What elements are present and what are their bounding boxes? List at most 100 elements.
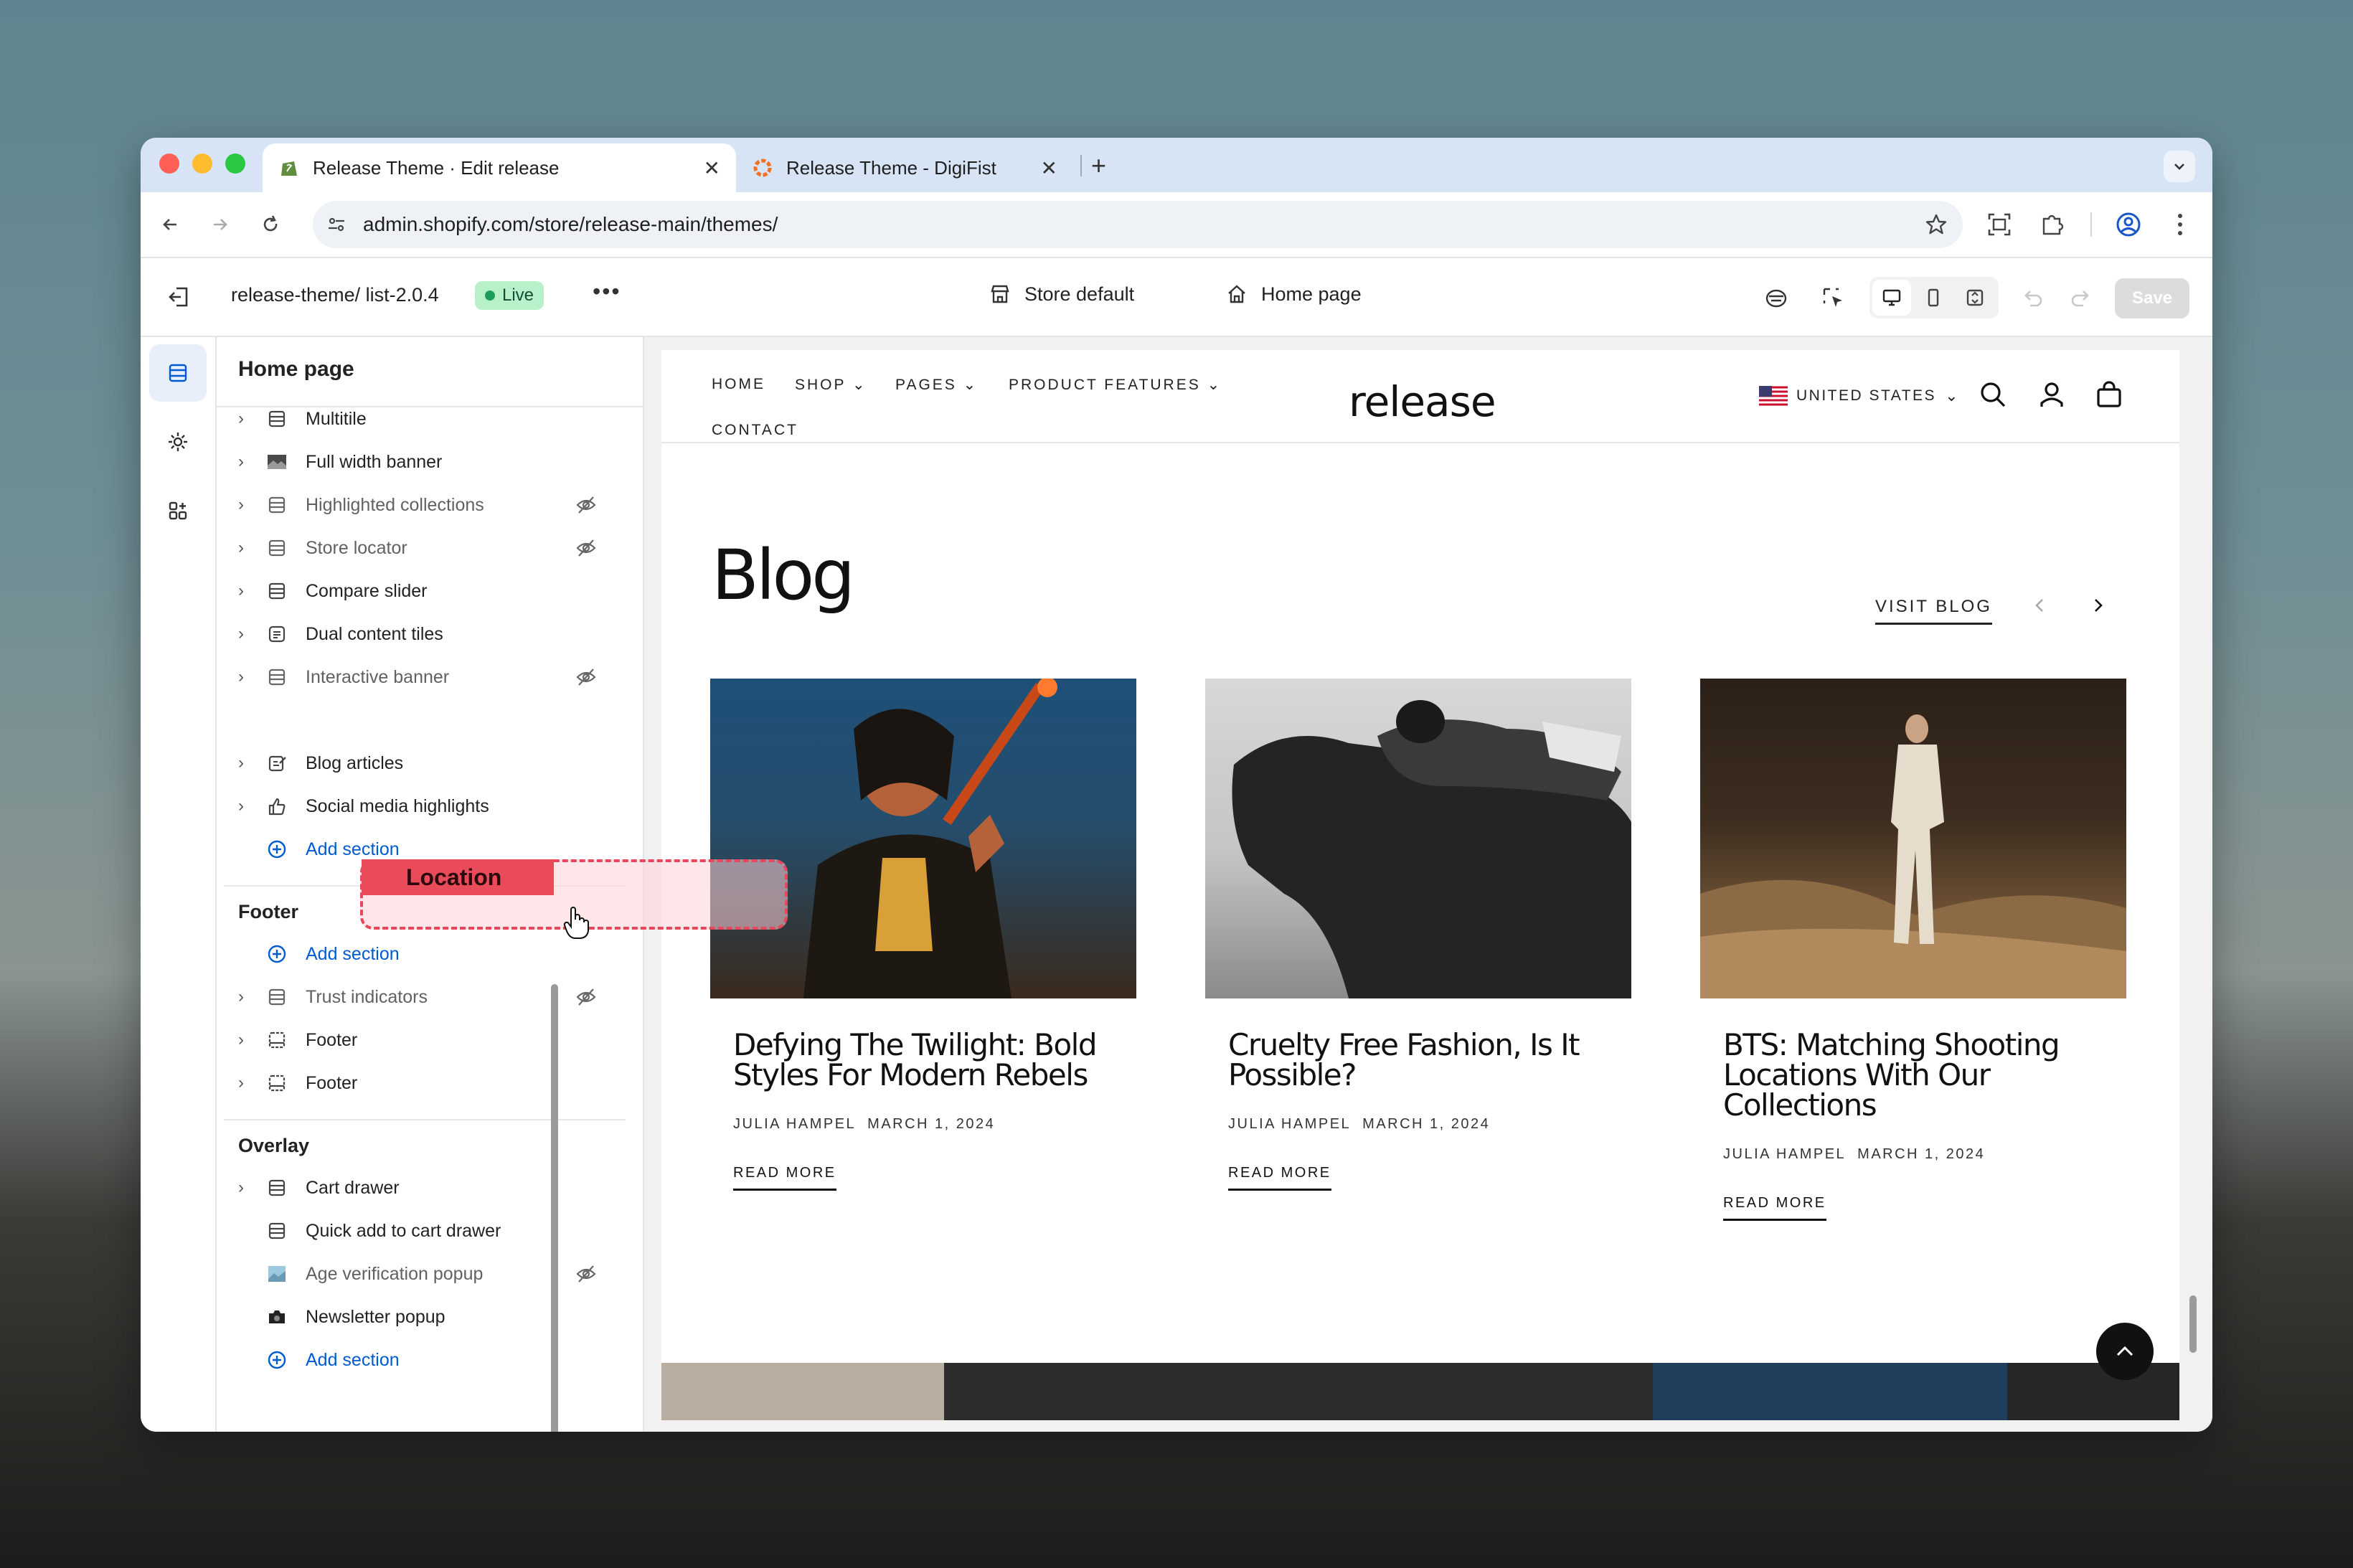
theme-inspector-button[interactable] [1762, 284, 1791, 313]
rail-apps-button[interactable] [149, 482, 207, 539]
chevron-right-icon[interactable]: › [238, 667, 260, 687]
eye-hidden-icon[interactable] [575, 667, 597, 687]
read-more-link[interactable]: READ MORE [1228, 1165, 1331, 1191]
read-more-link[interactable]: READ MORE [1723, 1195, 1826, 1221]
minimize-window-button[interactable] [192, 154, 212, 174]
preview-scrollbar[interactable] [2189, 1295, 2197, 1353]
section-label: Footer [306, 1072, 358, 1093]
section-row[interactable]: › Footer [217, 1019, 618, 1062]
undo-button[interactable] [2019, 284, 2047, 313]
chevron-right-icon[interactable]: › [238, 987, 260, 1007]
article-title[interactable]: Defying The Twilight: Bold Styles For Mo… [733, 1030, 1135, 1090]
read-more-link[interactable]: READ MORE [733, 1165, 836, 1191]
article-image[interactable] [1700, 679, 2126, 998]
section-divider [224, 1119, 626, 1120]
close-tab-icon[interactable]: ✕ [1041, 156, 1057, 180]
reload-button[interactable] [253, 207, 288, 242]
section-row[interactable]: Age verification popup [217, 1252, 618, 1295]
article-title[interactable]: Cruelty Free Fashion, Is It Possible? [1228, 1030, 1630, 1090]
chevron-right-icon[interactable]: › [238, 1178, 260, 1198]
section-row-blog-articles[interactable]: › Blog articles [217, 742, 618, 785]
save-button[interactable]: Save [2115, 278, 2189, 318]
new-tab-icon[interactable]: + [1091, 151, 1106, 181]
section-row[interactable]: Quick add to cart drawer [217, 1209, 618, 1252]
article-image[interactable] [1205, 679, 1631, 998]
add-section-button[interactable]: Add section [217, 932, 618, 976]
chevron-right-icon[interactable]: › [238, 624, 260, 644]
nav-shop[interactable]: SHOP ⌄ [795, 376, 867, 394]
desktop-preview-button[interactable] [1872, 280, 1911, 316]
address-bar[interactable]: admin.shopify.com/store/release-main/the… [313, 201, 1963, 248]
article-image[interactable] [710, 679, 1136, 998]
eye-hidden-icon[interactable] [575, 987, 597, 1007]
scroll-to-top-button[interactable] [2096, 1323, 2154, 1380]
dragged-section-label[interactable]: Location [362, 859, 554, 895]
mobile-preview-button[interactable] [1914, 280, 1953, 316]
page-selector[interactable]: Home page [1225, 283, 1362, 306]
section-row[interactable]: › Compare slider [217, 570, 618, 613]
section-row[interactable]: › Highlighted collections [217, 483, 618, 526]
section-row[interactable]: › Cart drawer [217, 1166, 618, 1209]
chevron-right-icon[interactable]: › [238, 452, 260, 472]
close-window-button[interactable] [159, 154, 179, 174]
article-title[interactable]: BTS: Matching Shooting Locations With Ou… [1723, 1030, 2125, 1120]
close-tab-icon[interactable]: ✕ [704, 156, 720, 180]
cart-icon[interactable] [2095, 380, 2123, 409]
visit-blog-link[interactable]: VISIT BLOG [1875, 597, 1992, 625]
chevron-right-icon[interactable]: › [238, 796, 260, 816]
chevron-right-icon[interactable]: › [238, 495, 260, 515]
account-icon[interactable] [2037, 380, 2066, 409]
chevron-right-icon[interactable]: › [238, 1030, 260, 1050]
chevron-right-icon[interactable]: › [238, 538, 260, 558]
bookmark-star-icon[interactable] [1924, 212, 1948, 237]
select-element-button[interactable] [1819, 284, 1848, 313]
back-button[interactable] [152, 207, 188, 242]
nav-product-features[interactable]: PRODUCT FEATURES ⌄ [1009, 376, 1222, 394]
section-row[interactable]: › Multitile [217, 397, 618, 440]
section-row[interactable]: › Social media highlights [217, 785, 618, 828]
chevron-right-icon[interactable]: › [238, 1073, 260, 1093]
section-row[interactable]: › Full width banner [217, 440, 618, 483]
section-row[interactable]: › Dual content tiles [217, 613, 618, 656]
section-row[interactable]: › Interactive banner [217, 656, 618, 699]
nav-contact[interactable]: CONTACT [712, 422, 798, 439]
country-selector[interactable]: UNITED STATES ⌄ [1759, 386, 1958, 406]
store-selector[interactable]: Store default [989, 283, 1134, 306]
sidebar-scrollbar[interactable] [551, 984, 558, 1432]
fullscreen-icon [1966, 289, 1984, 306]
tab-editor[interactable]: Release Theme · Edit release ✕ [263, 143, 736, 192]
chevron-right-icon[interactable]: › [238, 581, 260, 601]
theme-actions-button[interactable]: ••• [593, 278, 621, 305]
section-row[interactable]: › Footer [217, 1062, 618, 1105]
profile-button[interactable] [2111, 207, 2146, 242]
eye-hidden-icon[interactable] [575, 495, 597, 515]
redo-button[interactable] [2066, 284, 2095, 313]
section-row[interactable]: › Store locator [217, 526, 618, 570]
site-settings-icon[interactable] [326, 214, 347, 235]
account-circle-icon [2116, 212, 2141, 237]
extensions-button[interactable] [2034, 207, 2070, 242]
eye-hidden-icon[interactable] [575, 1264, 597, 1284]
search-icon[interactable] [1979, 380, 2007, 409]
rail-sections-button[interactable] [149, 344, 207, 402]
store-logo[interactable]: release [1349, 377, 1496, 426]
section-row[interactable]: › Trust indicators [217, 976, 618, 1019]
chevron-right-icon[interactable]: › [238, 753, 260, 773]
tab-digifist[interactable]: Release Theme - DigiFist ✕ [736, 143, 1073, 192]
forward-button[interactable] [202, 207, 238, 242]
nav-pages[interactable]: PAGES ⌄ [895, 376, 978, 394]
maximize-window-button[interactable] [225, 154, 245, 174]
screenshot-button[interactable] [1981, 207, 2017, 242]
fullscreen-preview-button[interactable] [1956, 280, 1994, 316]
browser-menu-button[interactable] [2162, 207, 2198, 242]
exit-editor-button[interactable] [165, 283, 194, 311]
chevron-right-icon[interactable]: › [238, 409, 260, 429]
add-section-button[interactable]: Add section [217, 1338, 618, 1382]
eye-hidden-icon[interactable] [575, 538, 597, 558]
tab-search-button[interactable] [2164, 151, 2195, 182]
rail-theme-settings-button[interactable] [149, 413, 207, 471]
nav-home[interactable]: HOME [712, 376, 765, 393]
carousel-prev-button[interactable] [2029, 592, 2050, 618]
carousel-next-button[interactable] [2088, 592, 2109, 618]
section-row[interactable]: Newsletter popup [217, 1295, 618, 1338]
